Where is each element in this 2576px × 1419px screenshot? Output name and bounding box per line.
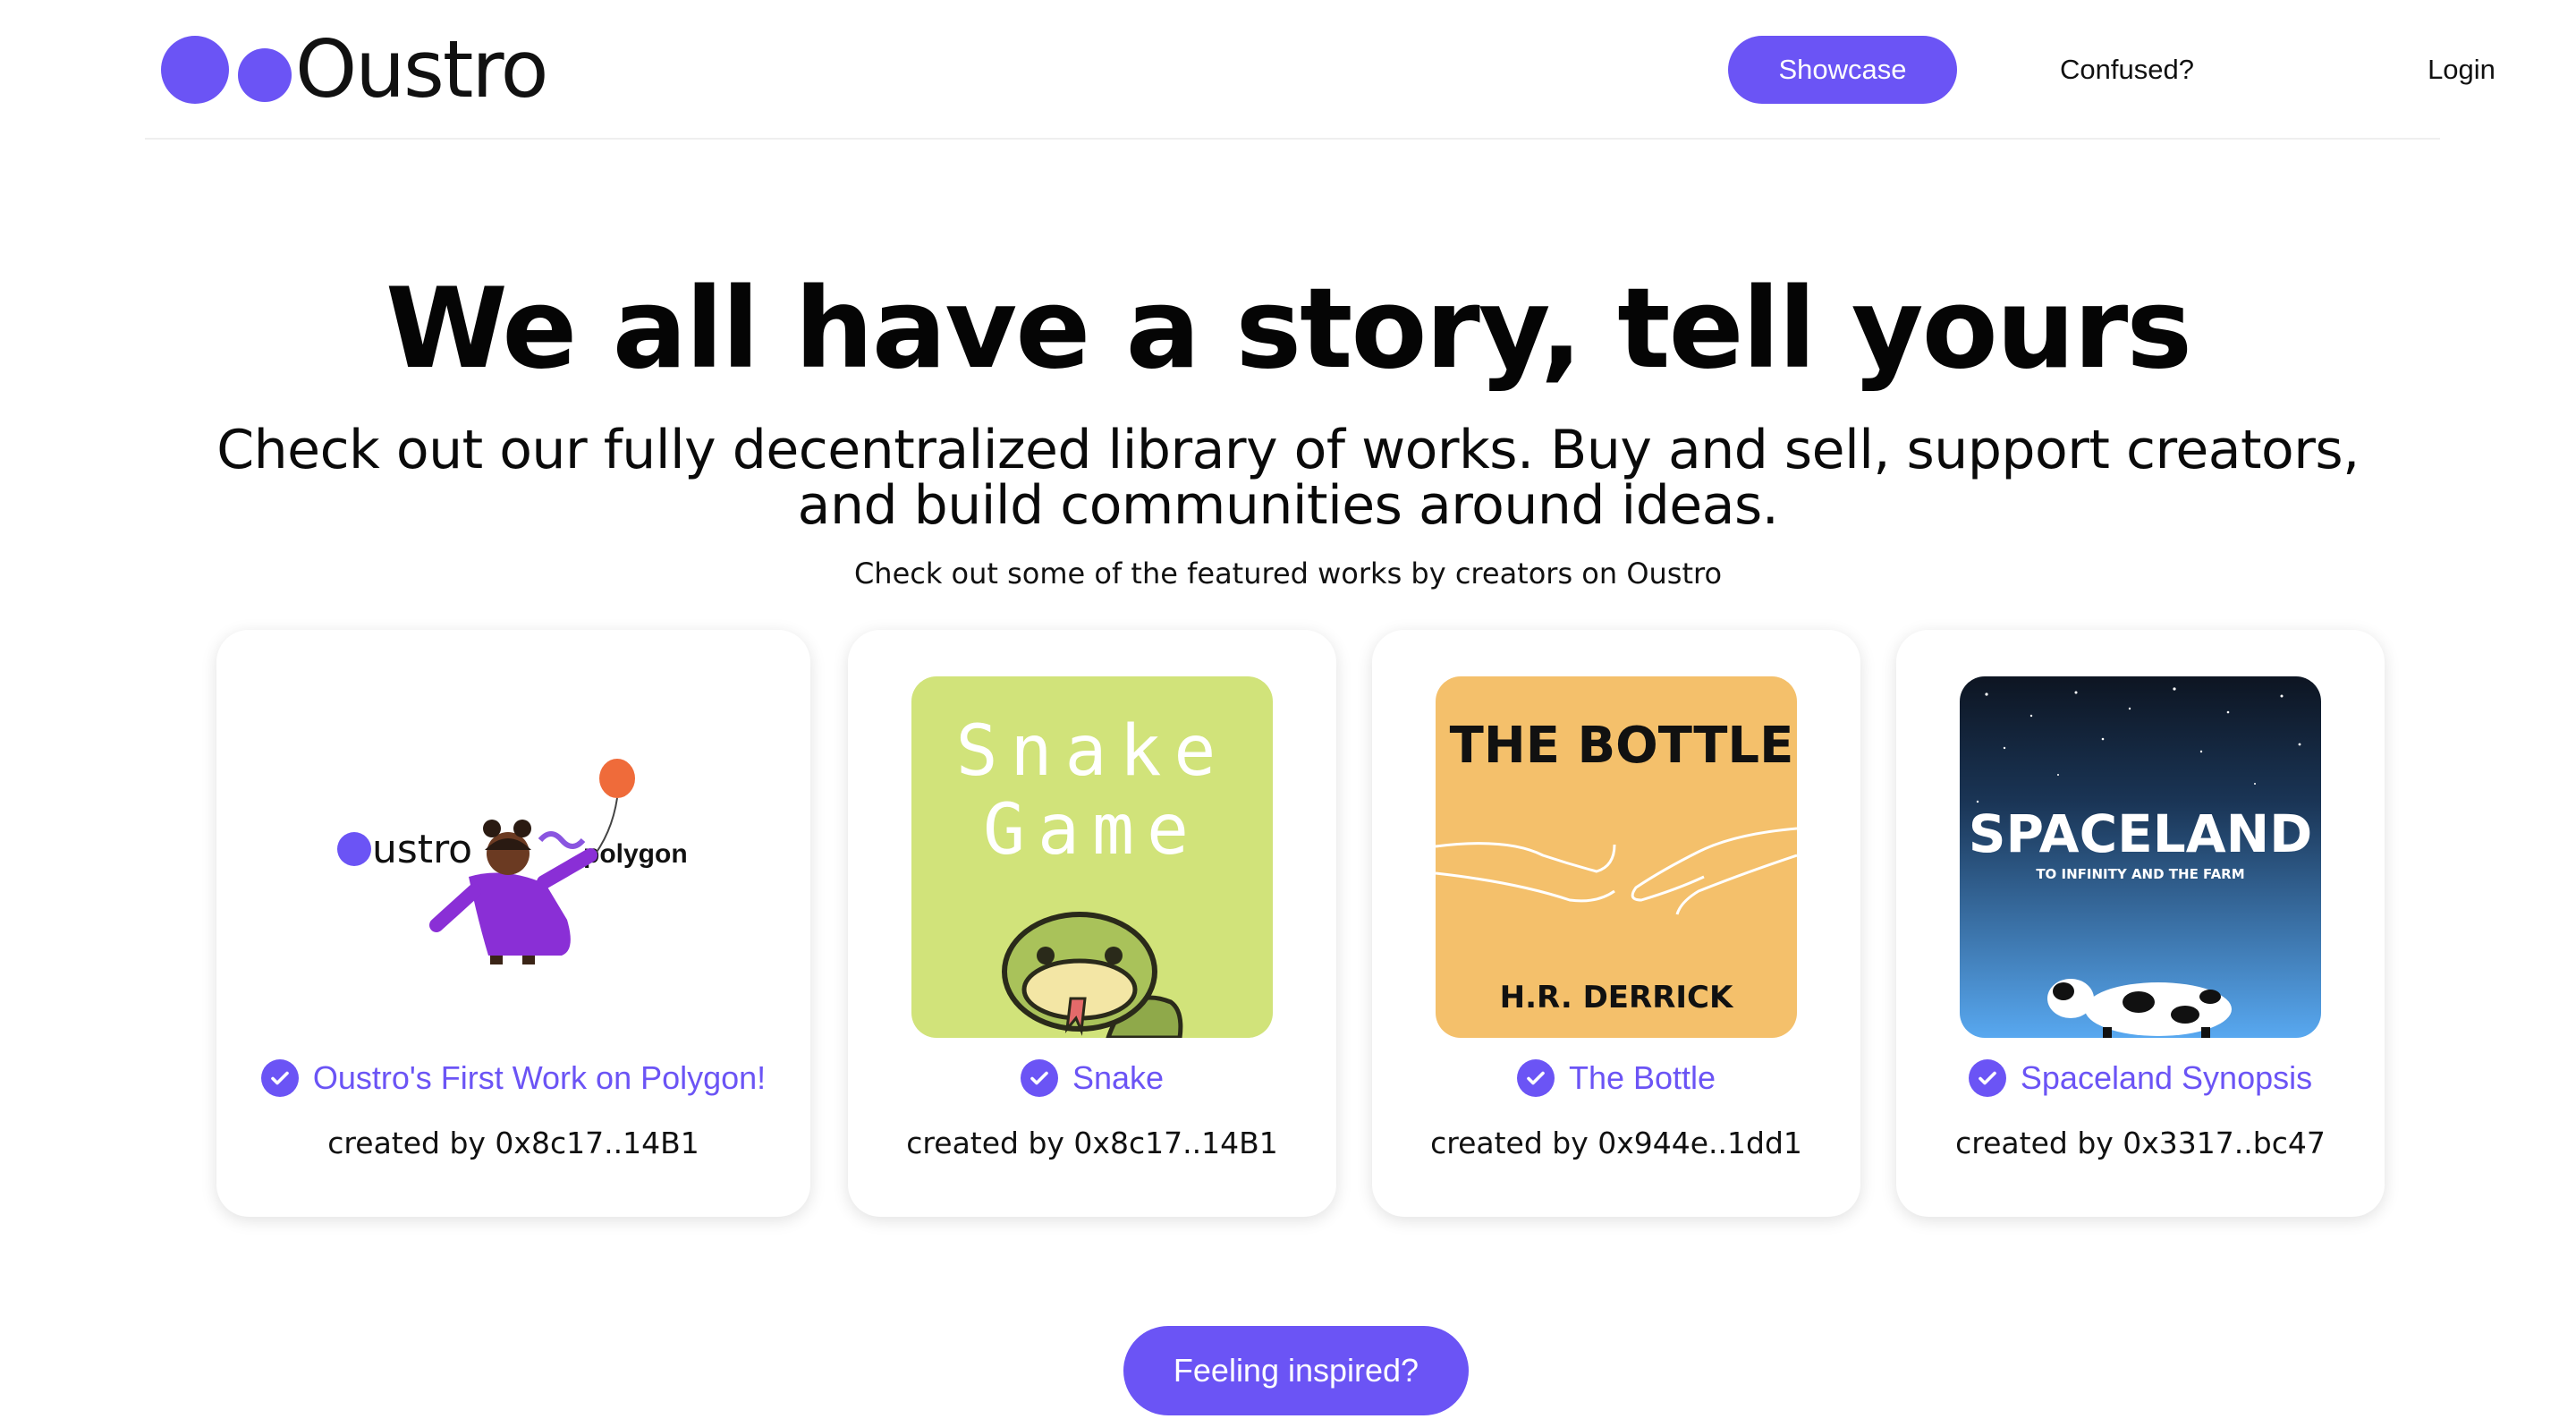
- work-thumbnail: Snake Game: [911, 676, 1273, 1038]
- hero-title: We all have a story, tell yours: [385, 265, 2192, 394]
- logo-dot-icon: [238, 48, 292, 102]
- verified-check-icon: [260, 1059, 299, 1097]
- work-thumbnail: SPACELAND TO INFINITY AND THE FARM: [1960, 676, 2321, 1038]
- work-creator: created by 0x3317..bc47: [1955, 1126, 2326, 1160]
- logo-dot-icon: [161, 36, 229, 104]
- logo-wordmark: Oustro: [295, 23, 548, 115]
- verified-check-icon: [1968, 1059, 2006, 1097]
- artwork-heading: THE BOTTLE: [1450, 717, 1794, 775]
- artwork-title-line: Snake: [956, 711, 1229, 792]
- work-card[interactable]: Snake Game Snake created by 0x8c17..14B1: [848, 630, 1336, 1217]
- work-creator: created by 0x8c17..14B1: [906, 1126, 1278, 1160]
- work-title-row[interactable]: The Bottle: [1372, 1059, 1860, 1097]
- artwork-tagline: TO INFINITY AND THE FARM: [2036, 866, 2244, 882]
- work-creator: created by 0x944e..1dd1: [1430, 1126, 1802, 1160]
- work-card[interactable]: ustro polygon Oustro's First Work on Pol…: [216, 630, 810, 1217]
- work-title-row[interactable]: Snake: [848, 1059, 1336, 1097]
- oustro-logo[interactable]: Oustro: [161, 20, 548, 120]
- featured-note: Check out some of the featured works by …: [853, 557, 1723, 591]
- work-title-row[interactable]: Spaceland Synopsis: [1896, 1059, 2385, 1097]
- work-creator: created by 0x8c17..14B1: [327, 1126, 699, 1160]
- artwork-logo-text: ustro: [372, 827, 472, 872]
- verified-check-icon: [1020, 1059, 1058, 1097]
- confused-link[interactable]: Confused?: [2038, 36, 2216, 104]
- artwork-polygon-text: polygon: [583, 839, 688, 869]
- artwork-title-line: Game: [983, 790, 1201, 871]
- work-title: The Bottle: [1568, 1059, 1716, 1096]
- oustro-polygon-artwork: ustro polygon: [337, 759, 688, 964]
- work-title: Oustro's First Work on Polygon!: [312, 1059, 767, 1096]
- feeling-inspired-button[interactable]: Feeling inspired?: [1123, 1326, 1469, 1415]
- work-title-row[interactable]: Oustro's First Work on Polygon!: [216, 1059, 810, 1097]
- artwork-heading: SPACELAND: [1969, 803, 2313, 864]
- work-title: Snake: [1072, 1059, 1165, 1096]
- the-bottle-artwork: THE BOTTLE H.R. DERRICK: [1436, 717, 1797, 1015]
- spaceland-artwork: SPACELAND TO INFINITY AND THE FARM: [1960, 676, 2321, 1038]
- hero-subtitle: Check out our fully decentralized librar…: [197, 422, 2379, 533]
- hero-subtitle-line: Check out our fully decentralized librar…: [216, 419, 2360, 481]
- work-thumbnail: THE BOTTLE H.R. DERRICK: [1436, 676, 1797, 1038]
- work-card[interactable]: THE BOTTLE H.R. DERRICK The Bottle creat…: [1372, 630, 1860, 1217]
- login-link[interactable]: Login: [2408, 36, 2515, 104]
- work-card[interactable]: SPACELAND TO INFINITY AND THE FARM Space…: [1896, 630, 2385, 1217]
- artwork-author: H.R. DERRICK: [1500, 980, 1734, 1015]
- showcase-button[interactable]: Showcase: [1728, 36, 1957, 104]
- verified-check-icon: [1516, 1059, 1555, 1097]
- site-header: Oustro Showcase Confused? Login: [145, 0, 2496, 140]
- snake-game-artwork: Snake Game: [956, 711, 1229, 1038]
- work-title: Spaceland Synopsis: [2020, 1059, 2313, 1096]
- work-thumbnail: ustro polygon: [333, 676, 694, 1038]
- hero-subtitle-line: and build communities around ideas.: [797, 474, 1779, 537]
